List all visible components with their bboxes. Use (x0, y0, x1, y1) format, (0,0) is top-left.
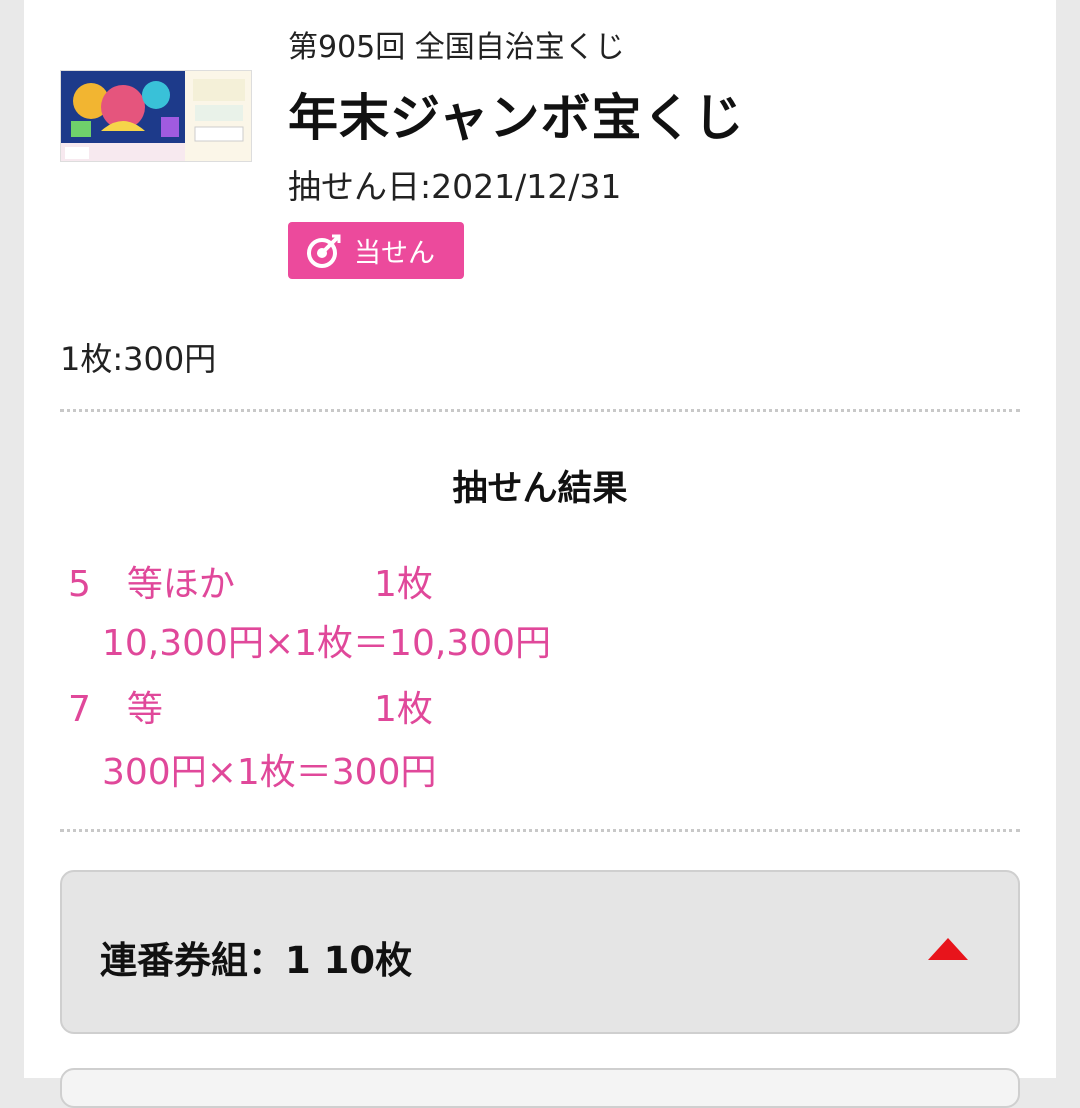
ticket-group-label: 連番券組：1 10枚 (100, 939, 413, 982)
ticket-group-accordion[interactable]: 連番券組：1 10枚 (60, 870, 1020, 1034)
result-formula: 300円×1枚＝300円 (102, 752, 437, 793)
status-badge-label: 当せん (354, 238, 435, 269)
ticket-price: 1枚:300円 (60, 340, 217, 378)
result-count: 1枚 (374, 564, 433, 605)
result-grade: 7 等 (68, 689, 163, 730)
winning-status-badge: 当せん (288, 222, 464, 279)
ticket-image (60, 70, 252, 162)
caret-up-icon[interactable] (928, 938, 968, 960)
lottery-title: 年末ジャンボ宝くじ (288, 89, 745, 147)
result-grade: 5 等ほか (68, 564, 235, 605)
lottery-round: 第905回 全国自治宝くじ (288, 30, 625, 65)
result-formula: 10,300円×1枚＝10,300円 (102, 623, 551, 664)
result-count: 1枚 (374, 689, 433, 730)
next-accordion-panel[interactable] (60, 1068, 1020, 1108)
divider (60, 409, 1020, 412)
divider (60, 829, 1020, 832)
results-heading: 抽せん結果 (452, 469, 628, 509)
target-icon (307, 234, 341, 268)
draw-date: 抽せん日:2021/12/31 (288, 167, 622, 206)
lottery-detail-page: 第905回 全国自治宝くじ 年末ジャンボ宝くじ 抽せん日:2021/12/31 … (24, 0, 1056, 1108)
